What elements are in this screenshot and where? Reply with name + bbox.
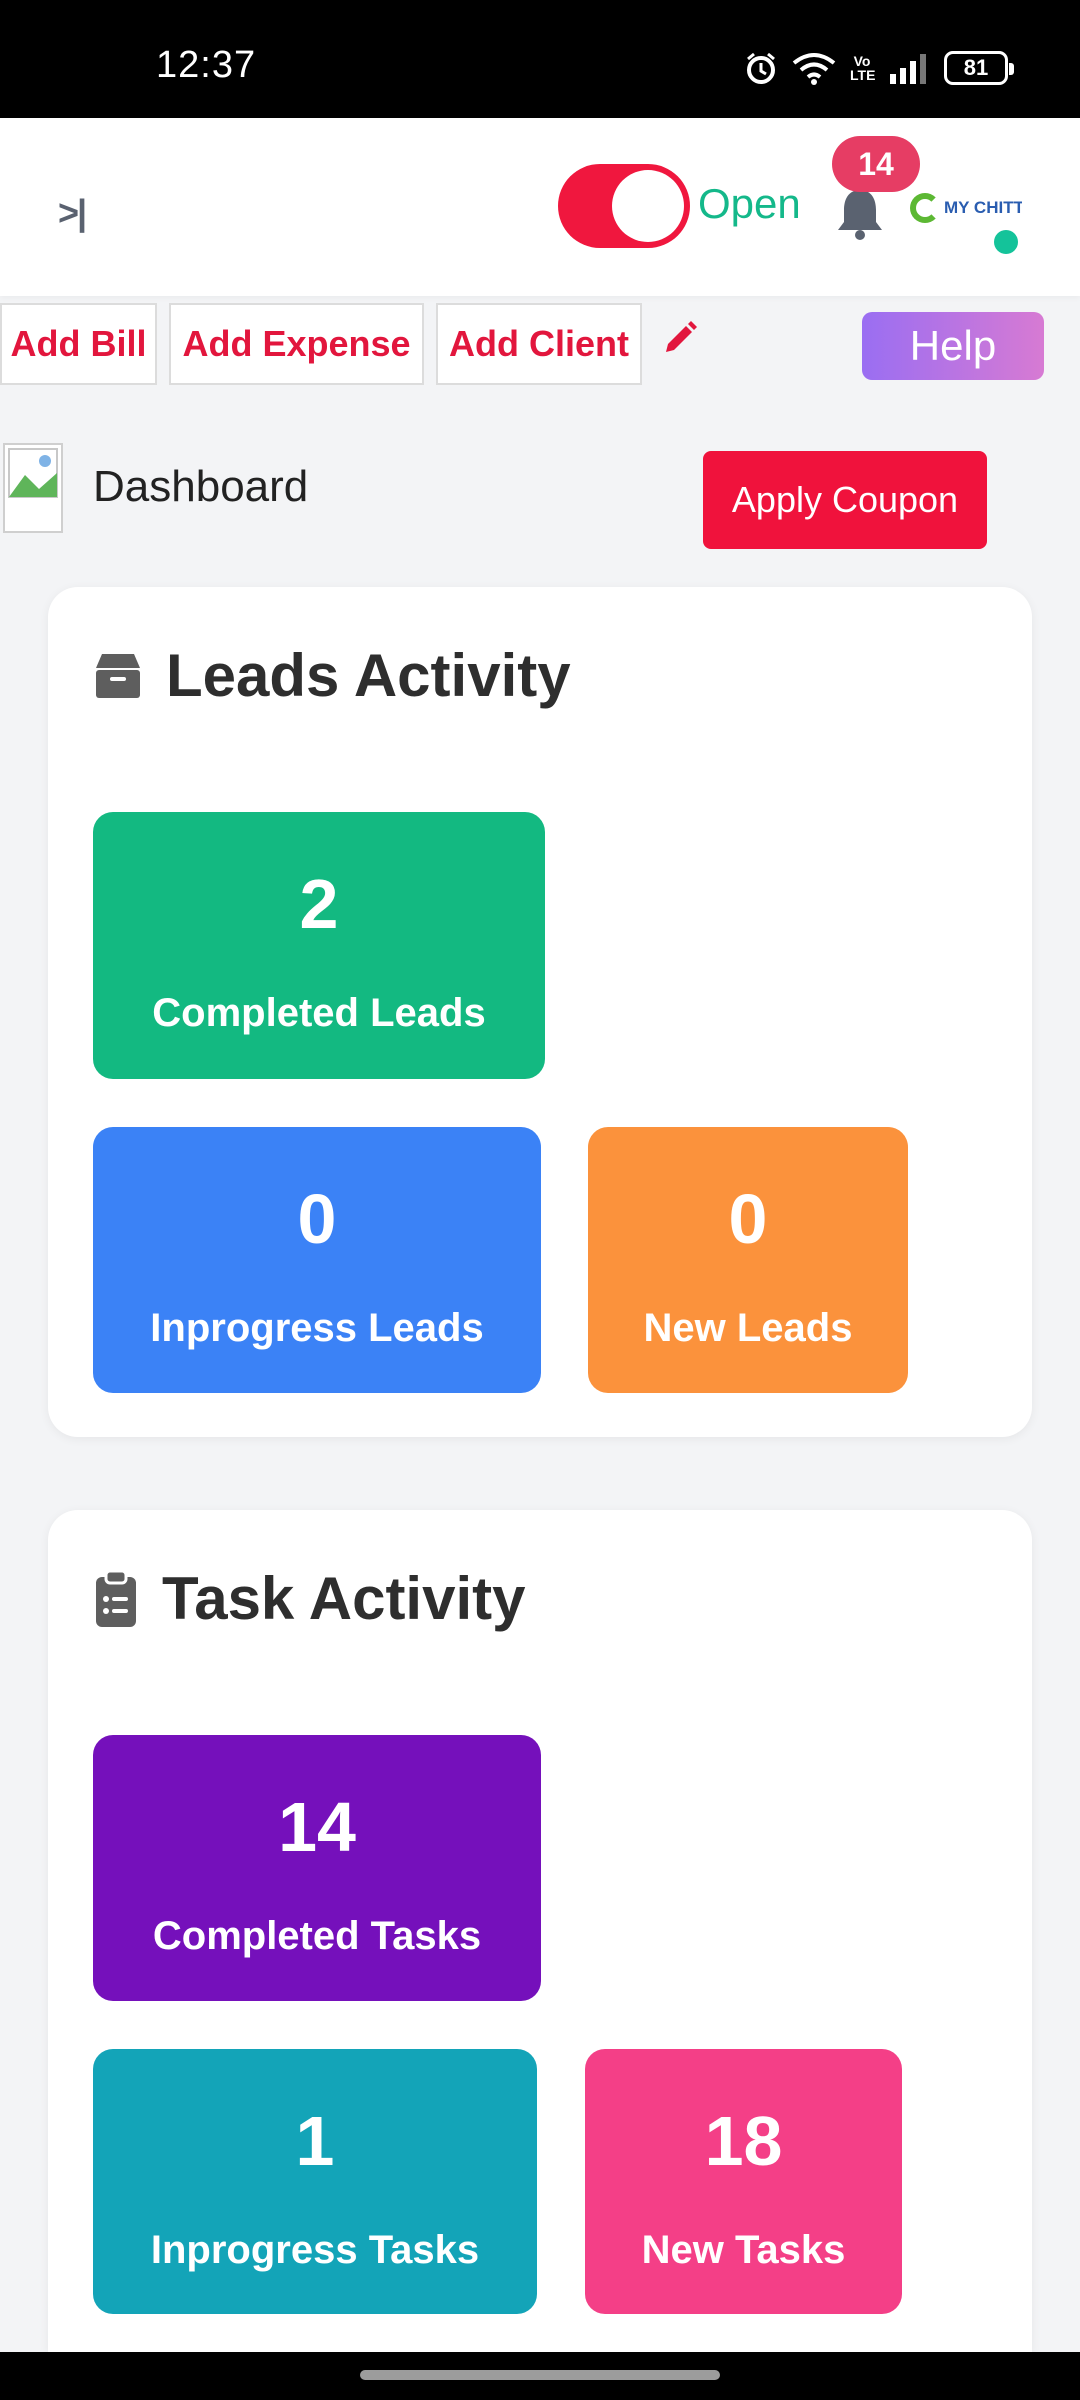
add-bill-button[interactable]: Add Bill [0,303,157,385]
tasks-card-header: Task Activity [92,1564,526,1633]
completed-tasks-tile[interactable]: 14 Completed Tasks [93,1735,541,2001]
inprogress-leads-tile[interactable]: 0 Inprogress Leads [93,1127,541,1393]
status-icons: Vo LTE 81 [744,48,1014,88]
completed-leads-label: Completed Leads [152,991,486,1035]
system-navigation-bar [0,2352,1080,2400]
edit-pencil-icon[interactable] [660,318,700,363]
new-leads-count: 0 [728,1180,768,1258]
tasks-card-title: Task Activity [162,1565,526,1632]
broken-image-icon [3,443,63,533]
status-bar: 12:37 Vo LTE 81 [0,0,1080,118]
inprogress-leads-count: 0 [297,1180,337,1258]
new-leads-label: New Leads [643,1306,853,1350]
online-status-dot [994,230,1018,254]
new-tasks-tile[interactable]: 18 New Tasks [585,2049,902,2314]
leads-card-header: Leads Activity [92,641,571,710]
notification-count-badge: 14 [832,136,920,192]
completed-tasks-label: Completed Tasks [152,1914,482,1958]
page-title: Dashboard [93,462,309,511]
inprogress-tasks-tile[interactable]: 1 Inprogress Tasks [93,2049,537,2314]
leads-card-title: Leads Activity [166,642,571,709]
clipboard-list-icon [96,1569,136,1627]
company-logo[interactable]: MY CHITTI [910,188,1022,228]
new-tasks-count: 18 [704,2102,783,2180]
new-leads-tile[interactable]: 0 New Leads [588,1127,908,1393]
new-tasks-label: New Tasks [641,2228,846,2272]
add-client-button[interactable]: Add Client [436,303,642,385]
leads-activity-card: Leads Activity 2 Completed Leads 0 Inpro… [48,587,1032,1437]
help-button[interactable]: Help [862,312,1044,380]
add-expense-button[interactable]: Add Expense [169,303,424,385]
wifi-icon [792,53,836,85]
task-activity-card: Task Activity 14 Completed Tasks 1 Inpro… [48,1510,1032,2352]
store-status-label: Open [698,180,801,227]
apply-coupon-button[interactable]: Apply Coupon [703,451,987,549]
sidebar-expand-icon[interactable]: >| [58,192,87,234]
battery-icon: 81 [944,51,1014,85]
inprogress-leads-label: Inprogress Leads [150,1306,484,1350]
completed-leads-count: 2 [299,865,339,943]
inprogress-tasks-label: Inprogress Tasks [150,2228,480,2272]
notification-bell-icon[interactable] [836,186,884,245]
toggle-knob [612,170,684,242]
clock: 12:37 [156,44,257,86]
completed-tasks-count: 14 [278,1788,356,1866]
inprogress-tasks-count: 1 [295,2102,335,2180]
app-header: >| Open 14 MY CHITTI [0,118,1080,296]
store-open-toggle[interactable] [558,164,690,248]
alarm-icon [747,52,775,84]
volte-icon: Vo LTE [850,53,876,83]
home-gesture-handle[interactable] [360,2370,720,2380]
signal-icon [890,54,926,84]
completed-leads-tile[interactable]: 2 Completed Leads [93,812,545,1079]
logo-mark [910,193,940,223]
logo-text: MY CHITTI [944,198,1022,217]
box-icon [96,653,140,698]
